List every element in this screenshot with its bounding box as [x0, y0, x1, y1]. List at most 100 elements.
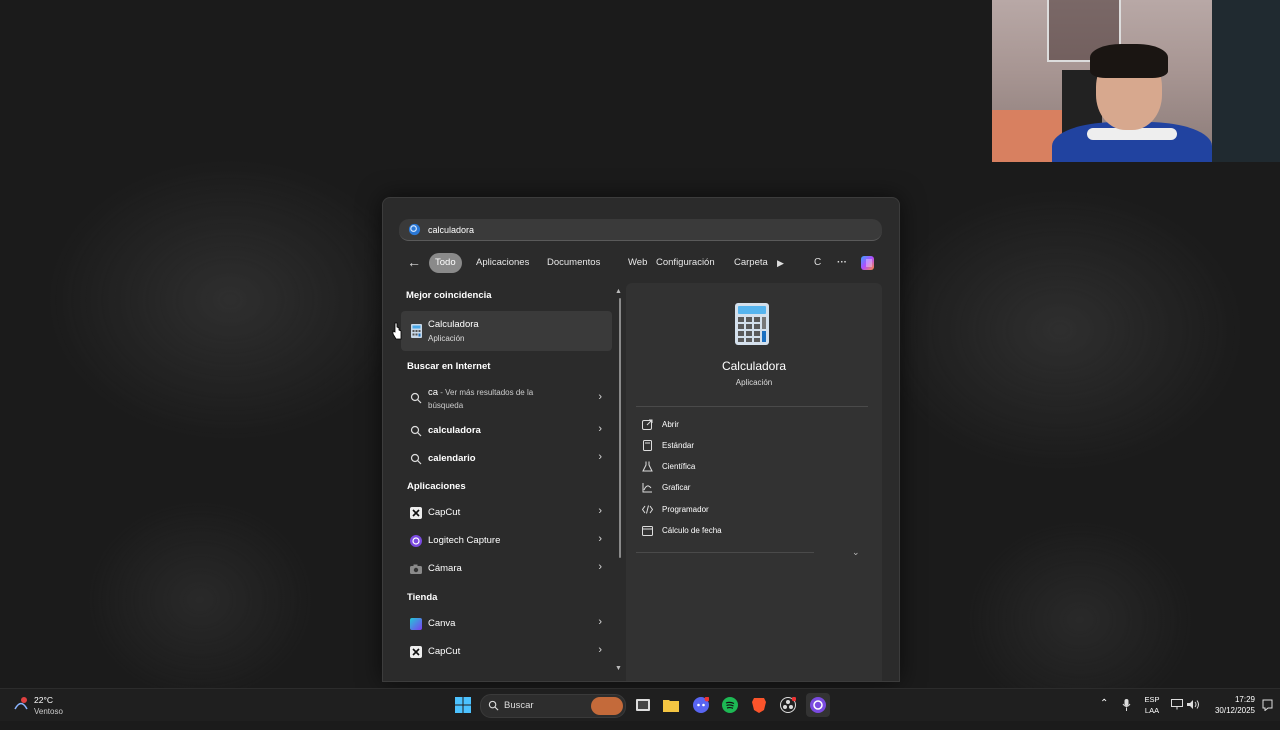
start-button[interactable]: [451, 693, 475, 717]
chevron-right-icon: ›: [598, 423, 602, 435]
tab-letter-c[interactable]: C: [814, 253, 821, 273]
logitech-capture-button[interactable]: [806, 693, 830, 717]
discord-icon: [693, 697, 709, 713]
file-explorer-button[interactable]: [659, 693, 683, 717]
search-icon: [408, 223, 421, 236]
app-result-capcut[interactable]: CapCut ›: [401, 500, 612, 526]
tab-carpeta[interactable]: Carpeta: [728, 253, 768, 273]
task-view-icon: [636, 699, 650, 711]
store-result-label: CapCut: [428, 646, 461, 657]
calculator-icon: [411, 324, 422, 338]
scroll-up-icon[interactable]: ▲: [615, 288, 622, 295]
apps-heading: Aplicaciones: [407, 481, 466, 492]
best-match-item[interactable]: Calculadora Aplicación: [401, 311, 612, 351]
copilot-icon[interactable]: [859, 253, 879, 273]
web-result-label: calculadora: [428, 425, 481, 436]
action-estandar[interactable]: Estándar: [642, 437, 842, 455]
notifications-icon[interactable]: [1262, 699, 1273, 711]
obs-icon: [780, 697, 796, 713]
spotify-button[interactable]: [718, 693, 742, 717]
brave-button[interactable]: [747, 693, 771, 717]
task-view-button[interactable]: [631, 693, 655, 717]
tab-todo[interactable]: Todo: [429, 253, 462, 273]
folder-icon: [663, 700, 679, 712]
calculator-large-icon: [735, 303, 769, 345]
search-input[interactable]: [426, 220, 870, 240]
open-external-icon: [642, 419, 653, 430]
preview-app-name: Calculadora: [721, 359, 787, 373]
app-result-logitech[interactable]: Logitech Capture ›: [401, 528, 612, 554]
network-icon[interactable]: [1171, 699, 1183, 710]
webcam-person-hair: [1090, 44, 1168, 78]
tab-aplicaciones[interactable]: Aplicaciones: [470, 253, 535, 273]
taskbar-search[interactable]: Buscar: [480, 694, 626, 718]
language-indicator[interactable]: ESP LAA: [1142, 694, 1162, 716]
brave-icon: [752, 698, 766, 713]
weather-condition: Ventoso: [34, 707, 63, 716]
language-primary: ESP: [1144, 695, 1160, 704]
results-scrollbar[interactable]: [619, 298, 621, 558]
back-arrow-icon[interactable]: ←: [405, 253, 423, 271]
windows-icon: [455, 697, 471, 713]
results-list: Mejor coincidencia Calculadora Aplicació…: [401, 286, 619, 676]
spotify-icon: [722, 697, 738, 713]
chevron-down-icon[interactable]: ⌄: [852, 547, 860, 558]
tab-web[interactable]: Web: [622, 253, 653, 273]
code-icon: [642, 505, 653, 514]
action-label: Graficar: [662, 483, 691, 492]
mouse-cursor-icon: [392, 322, 402, 340]
chevron-right-icon: ›: [598, 451, 602, 463]
best-match-heading: Mejor coincidencia: [406, 290, 492, 301]
chevron-right-icon: ›: [598, 616, 602, 628]
obs-button[interactable]: [776, 693, 800, 717]
search-icon: [410, 453, 422, 465]
canva-icon: [410, 618, 422, 630]
chevron-right-icon: ›: [598, 644, 602, 656]
tray-overflow-icon[interactable]: ⌃: [1100, 698, 1108, 730]
web-result-calendario[interactable]: calendario ›: [401, 446, 612, 472]
tab-documentos[interactable]: Documentos: [541, 253, 606, 273]
action-label: Cálculo de fecha: [662, 526, 722, 535]
capcut-icon: [410, 646, 422, 658]
app-result-label: Cámara: [428, 563, 462, 574]
action-label: Estándar: [662, 441, 695, 450]
calculator-outline-icon: [643, 440, 652, 451]
web-result-calculadora[interactable]: calculadora ›: [401, 418, 612, 444]
graph-icon: [642, 483, 652, 493]
action-abrir[interactable]: Abrir: [642, 416, 842, 434]
action-graficar[interactable]: Graficar: [642, 479, 842, 497]
clock-date: 30/12/2025: [1214, 706, 1255, 715]
language-secondary: LAA: [1144, 706, 1160, 715]
app-result-camara[interactable]: Cámara ›: [401, 556, 612, 582]
discord-button[interactable]: [689, 693, 713, 717]
search-box[interactable]: [399, 219, 882, 241]
web-result-ca[interactable]: ca - Ver más resultados de la búsqueda ›: [401, 382, 612, 414]
calendar-icon: [642, 526, 653, 536]
weather-widget[interactable]: 22°C Ventoso: [12, 693, 92, 717]
best-match-name: Calculadora: [428, 319, 479, 330]
play-scroll-icon[interactable]: ▶: [777, 253, 784, 273]
action-programador[interactable]: Programador: [642, 501, 842, 519]
volume-icon[interactable]: [1187, 699, 1200, 710]
action-label: Científica: [662, 462, 696, 471]
action-calculo-fecha[interactable]: Cálculo de fecha: [642, 522, 842, 540]
chevron-right-icon: ›: [598, 561, 602, 573]
app-result-label: Logitech Capture: [428, 535, 501, 546]
web-result-label: calendario: [428, 453, 476, 464]
camera-icon: [410, 564, 422, 574]
scroll-down-icon[interactable]: ▼: [615, 665, 622, 672]
action-cientifica[interactable]: Científica: [642, 458, 842, 476]
store-result-label: Canva: [428, 618, 456, 629]
web-result-term: ca: [428, 387, 439, 398]
tab-configuracion[interactable]: Configuración: [650, 253, 721, 273]
more-options-icon[interactable]: ···: [837, 253, 847, 273]
chevron-right-icon: ›: [598, 505, 602, 517]
clock-time: 17:29: [1234, 695, 1255, 704]
web-result-more: - Ver más resultados de la: [438, 388, 534, 397]
store-result-canva[interactable]: Canva ›: [401, 611, 612, 637]
clock[interactable]: 17:29 30/12/2025: [1203, 694, 1255, 716]
weather-temperature: 22°C: [34, 695, 53, 705]
store-result-capcut[interactable]: CapCut ›: [401, 639, 612, 665]
microphone-icon[interactable]: [1122, 699, 1131, 711]
chevron-right-icon: ›: [598, 391, 602, 403]
